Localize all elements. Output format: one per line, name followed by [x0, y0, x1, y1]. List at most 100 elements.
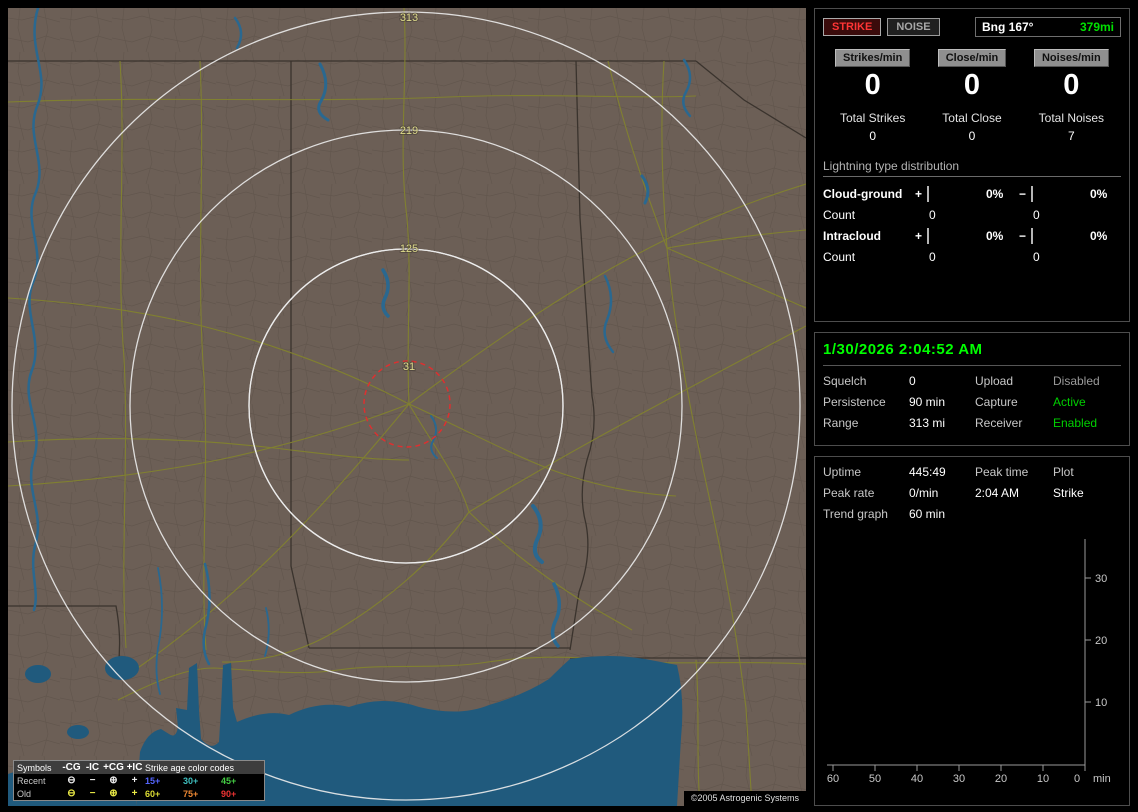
bearing-value: Bng 167° — [982, 20, 1034, 34]
ring-label-125: 125 — [400, 243, 418, 255]
x-tick-10: 10 — [1037, 773, 1049, 785]
y-tick-30: 30 — [1095, 573, 1107, 585]
squelch-value: 0 — [909, 374, 916, 388]
trend-axes — [827, 539, 1091, 771]
nexstorm-window: 313 219 125 31 Symbols -CG -IC +CG +IC S… — [0, 0, 1138, 812]
recent-pos-cg-symbol: ⊕ — [109, 774, 118, 786]
recent-neg-cg-symbol: ⊖ — [67, 774, 76, 786]
age-code-75: 75+ — [183, 788, 199, 799]
counters-section: STRIKE NOISE Bng 167° 379mi Strikes/min … — [814, 8, 1130, 322]
noises-per-min-value: 0 — [1063, 69, 1080, 101]
distribution-grid: Cloud-ground + 0% − 0% Count 0 0 Intracl… — [823, 186, 1121, 264]
old-pos-ic-symbol: + — [131, 787, 138, 799]
legend-recent-row: Recent ⊖ − ⊕ + 15+ 30+ 45+ — [14, 774, 264, 787]
legend-recent-label: Recent — [17, 775, 46, 786]
mode-row: STRIKE NOISE Bng 167° 379mi — [823, 17, 1121, 37]
total-strikes-value: 0 — [869, 129, 876, 143]
legend-age-header: Strike age color codes — [145, 762, 235, 773]
x-tick-0: 0 — [1074, 773, 1080, 785]
legend-header: Symbols -CG -IC +CG +IC Strike age color… — [14, 761, 264, 774]
intracloud-label: Intracloud — [823, 229, 882, 243]
legend-col-pos-ic: +IC — [126, 761, 143, 773]
plot-type-value: Strike — [1053, 486, 1084, 500]
age-code-30: 30+ — [183, 775, 199, 786]
receiver-status: Enabled — [1053, 416, 1098, 430]
map-display[interactable]: 313 219 125 31 Symbols -CG -IC +CG +IC S… — [8, 8, 806, 806]
old-neg-ic-symbol: − — [89, 787, 96, 799]
cg-plus-pct: 0% — [986, 187, 1004, 201]
map-canvas: 313 219 125 31 — [8, 8, 806, 806]
ring-label-219: 219 — [400, 125, 418, 137]
legend-col-neg-ic: -IC — [85, 761, 100, 773]
x-tick-30: 30 — [953, 773, 965, 785]
legend-col-pos-cg: +CG — [103, 761, 124, 773]
clock-display: 1/30/2026 2:04:52 AM — [823, 341, 983, 358]
old-neg-cg-symbol: ⊖ — [67, 787, 76, 799]
x-tick-60: 60 — [827, 773, 839, 785]
legend-old-label: Old — [17, 788, 32, 799]
legend-old-row: Old ⊖ − ⊕ + 60+ 75+ 90+ — [14, 787, 264, 800]
trend-section: Uptime 445:49 Peak time Plot Peak rate 0… — [814, 456, 1130, 806]
range-label: Range — [823, 416, 859, 430]
noises-per-min-button[interactable]: Noises/min — [1033, 49, 1109, 67]
strike-mode-button[interactable]: STRIKE — [823, 18, 882, 36]
receiver-label: Receiver — [975, 416, 1023, 430]
cloud-ground-label: Cloud-ground — [823, 187, 903, 201]
age-code-45: 45+ — [221, 775, 237, 786]
close-per-min-value: 0 — [963, 69, 981, 101]
peak-time-label: Peak time — [975, 465, 1029, 479]
age-code-90: 90+ — [221, 788, 237, 799]
squelch-label: Squelch — [823, 374, 867, 388]
age-code-15: 15+ — [145, 775, 161, 786]
stats-grid: Uptime 445:49 Peak time Plot Peak rate 0… — [823, 465, 1121, 521]
ic-plus-bar — [927, 228, 929, 244]
recent-neg-ic-symbol: − — [89, 774, 96, 786]
persistence-value: 90 min — [909, 395, 946, 409]
legend-col-neg-cg: -CG — [62, 761, 81, 773]
ring-label-31: 31 — [403, 361, 415, 373]
uptime-label: Uptime — [823, 465, 862, 479]
y-tick-20: 20 — [1095, 635, 1107, 647]
total-noises-value: 7 — [1067, 129, 1075, 143]
y-tick-10: 10 — [1095, 697, 1107, 709]
total-noises-label: Total Noises — [1038, 111, 1105, 125]
strikes-per-min-button[interactable]: Strikes/min — [835, 49, 911, 67]
divider — [823, 365, 1121, 366]
cg-minus-count: 0 — [1033, 208, 1040, 222]
old-pos-cg-symbol: ⊕ — [109, 787, 118, 799]
range-value: 313 mi — [909, 416, 946, 430]
x-tick-20: 20 — [995, 773, 1007, 785]
trend-graph-label: Trend graph — [823, 507, 888, 521]
ic-plus-count: 0 — [929, 250, 936, 264]
ic-count-label: Count — [823, 250, 856, 264]
ic-minus-pct: 0% — [1090, 229, 1108, 243]
status-section: 1/30/2026 2:04:52 AM Squelch 0 Upload Di… — [814, 332, 1130, 446]
cg-minus-bar — [1031, 186, 1033, 202]
recent-pos-ic-symbol: + — [131, 774, 138, 786]
bearing-display: Bng 167° 379mi — [975, 17, 1121, 37]
cg-count-label: Count — [823, 208, 856, 222]
status-grid: Squelch 0 Upload Disabled Persistence 90… — [823, 374, 1121, 430]
plus-sign: + — [915, 187, 923, 201]
ic-plus-pct: 0% — [986, 229, 1004, 243]
close-per-min-button[interactable]: Close/min — [937, 49, 1007, 67]
ic-minus-count: 0 — [1033, 250, 1040, 264]
trend-graph: 30 20 10 60 50 40 30 20 10 0 min — [827, 539, 1111, 785]
age-code-60: 60+ — [145, 788, 161, 799]
noise-mode-button[interactable]: NOISE — [887, 18, 940, 36]
ic-minus-bar — [1031, 228, 1033, 244]
copyright-label: ©2005 Astrogenic Systems — [683, 791, 806, 806]
bearing-range-value: 379mi — [1079, 20, 1114, 34]
plus-sign: + — [915, 229, 923, 243]
persistence-label: Persistence — [823, 395, 886, 409]
trend-window-value: 60 min — [909, 507, 946, 521]
strikes-per-min-value: 0 — [864, 69, 881, 101]
upload-status: Disabled — [1053, 374, 1100, 388]
legend-symbols-header: Symbols — [17, 762, 52, 773]
capture-status: Active — [1053, 395, 1086, 409]
total-close-label: Total Close — [942, 111, 1002, 125]
upload-label: Upload — [975, 374, 1014, 388]
uptime-value: 445:49 — [909, 465, 946, 479]
peak-rate-label: Peak rate — [823, 486, 875, 500]
distribution-title: Lightning type distribution — [823, 159, 1121, 177]
